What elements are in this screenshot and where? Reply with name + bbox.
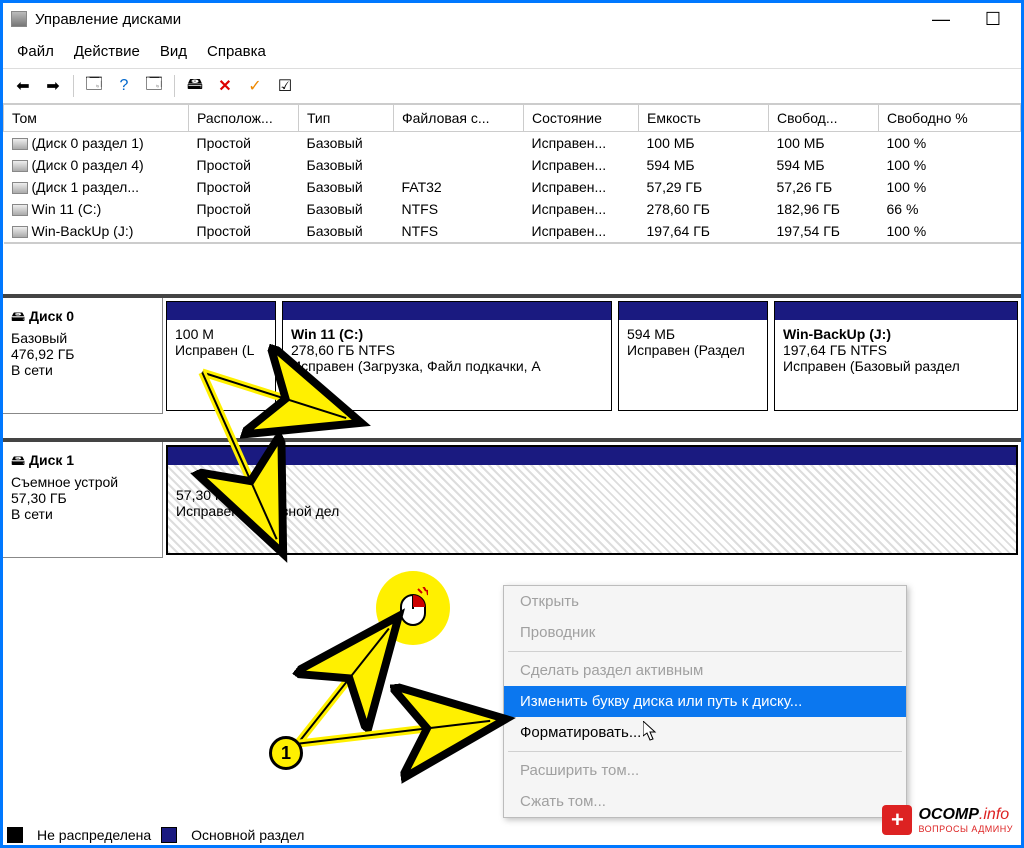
- annotation-badge-1: 1: [269, 736, 303, 770]
- disk-icon[interactable]: 🖴: [181, 73, 209, 99]
- col-free[interactable]: Свобод...: [769, 105, 879, 132]
- disk-1-row: 🖴 Диск 1 Съемное устрой 57,30 ГБ В сети …: [3, 438, 1021, 558]
- cursor-icon: [643, 721, 657, 741]
- legend: Не распределена Основной раздел: [7, 827, 304, 843]
- forward-icon[interactable]: ➡: [39, 73, 67, 99]
- disk1-part-0[interactable]: 57,30 ГБ FAT32 Исправен (Основной дел: [166, 445, 1018, 555]
- toolbar: ⬅ ➡ 🗔 ? 🗔 🖴 ✕ ✓ ☑: [3, 68, 1021, 104]
- table-row[interactable]: (Диск 1 раздел...ПростойБазовыйFAT32Испр…: [4, 176, 1021, 198]
- disk0-part-1[interactable]: Win 11 (C:) 278,60 ГБ NTFS Исправен (Заг…: [282, 301, 612, 411]
- volume-icon: [12, 160, 28, 172]
- col-freepct[interactable]: Свободно %: [879, 105, 1021, 132]
- menu-explorer[interactable]: Проводник: [504, 617, 906, 648]
- legend-primary-label: Основной раздел: [191, 827, 304, 843]
- col-state[interactable]: Состояние: [524, 105, 639, 132]
- delete-icon[interactable]: ✕: [211, 73, 239, 99]
- context-menu: Открыть Проводник Сделать раздел активны…: [503, 585, 907, 818]
- app-icon: [11, 11, 27, 27]
- mouse-icon: [398, 587, 428, 629]
- col-capacity[interactable]: Емкость: [639, 105, 769, 132]
- menu-open[interactable]: Открыть: [504, 586, 906, 617]
- col-volume[interactable]: Том: [4, 105, 189, 132]
- table-row[interactable]: Win-BackUp (J:)ПростойБазовыйNTFSИсправе…: [4, 220, 1021, 243]
- legend-unalloc-swatch: [7, 827, 23, 843]
- minimize-button[interactable]: —: [927, 9, 955, 29]
- disk0-part-2[interactable]: 594 МБ Исправен (Раздел: [618, 301, 768, 411]
- table-header: Том Располож... Тип Файловая с... Состоя…: [4, 105, 1021, 132]
- col-fs[interactable]: Файловая с...: [394, 105, 524, 132]
- table-row[interactable]: (Диск 0 раздел 4)ПростойБазовыйИсправен.…: [4, 154, 1021, 176]
- volume-icon: [12, 226, 28, 238]
- check-icon[interactable]: ✓: [241, 73, 269, 99]
- back-icon[interactable]: ⬅: [9, 73, 37, 99]
- col-type[interactable]: Тип: [299, 105, 394, 132]
- menubar: Файл Действие Вид Справка: [3, 35, 1021, 68]
- help-icon[interactable]: ?: [110, 73, 138, 99]
- disk0-part-3[interactable]: Win-BackUp (J:) 197,64 ГБ NTFS Исправен …: [774, 301, 1018, 411]
- volume-icon: [12, 182, 28, 194]
- disk-icon: 🖴: [11, 308, 25, 324]
- panel-icon[interactable]: 🗔: [80, 73, 108, 99]
- volume-icon: [12, 138, 28, 150]
- menu-extend[interactable]: Расширить том...: [504, 755, 906, 786]
- menu-view[interactable]: Вид: [160, 43, 187, 60]
- menu-help[interactable]: Справка: [207, 43, 266, 60]
- legend-primary-swatch: [161, 827, 177, 843]
- titlebar: Управление дисками — ☐: [3, 3, 1021, 35]
- menu-change-letter[interactable]: Изменить букву диска или путь к диску...: [504, 686, 906, 717]
- rightclick-highlight: [376, 571, 450, 645]
- maximize-button[interactable]: ☐: [979, 9, 1007, 29]
- disk-icon: 🖴: [11, 452, 25, 468]
- disk-0-row: 🖴 Диск 0 Базовый 476,92 ГБ В сети 100 М …: [3, 294, 1021, 414]
- watermark: + OCOMP.info ВОПРОСЫ АДМИНУ: [882, 805, 1013, 835]
- menu-shrink[interactable]: Сжать том...: [504, 786, 906, 817]
- disk-0-label: 🖴 Диск 0 Базовый 476,92 ГБ В сети: [3, 298, 163, 414]
- table-row[interactable]: Win 11 (C:)ПростойБазовыйNTFSИсправен...…: [4, 198, 1021, 220]
- app-window: Управление дисками — ☐ Файл Действие Вид…: [0, 0, 1024, 848]
- volumes-table: Том Располож... Тип Файловая с... Состоя…: [3, 104, 1021, 244]
- disk0-part-0[interactable]: 100 М Исправен (L: [166, 301, 276, 411]
- menu-format[interactable]: Форматировать...: [504, 717, 906, 748]
- menu-action[interactable]: Действие: [74, 43, 140, 60]
- plus-icon: +: [882, 805, 912, 835]
- checklist-icon[interactable]: ☑: [271, 73, 299, 99]
- panel2-icon[interactable]: 🗔: [140, 73, 168, 99]
- col-location[interactable]: Располож...: [189, 105, 299, 132]
- menu-set-active[interactable]: Сделать раздел активным: [504, 655, 906, 686]
- window-title: Управление дисками: [35, 11, 181, 28]
- table-row[interactable]: (Диск 0 раздел 1)ПростойБазовыйИсправен.…: [4, 132, 1021, 155]
- menu-file[interactable]: Файл: [17, 43, 54, 60]
- disk-1-label: 🖴 Диск 1 Съемное устрой 57,30 ГБ В сети: [3, 442, 163, 558]
- legend-unalloc-label: Не распределена: [37, 827, 151, 843]
- volume-icon: [12, 204, 28, 216]
